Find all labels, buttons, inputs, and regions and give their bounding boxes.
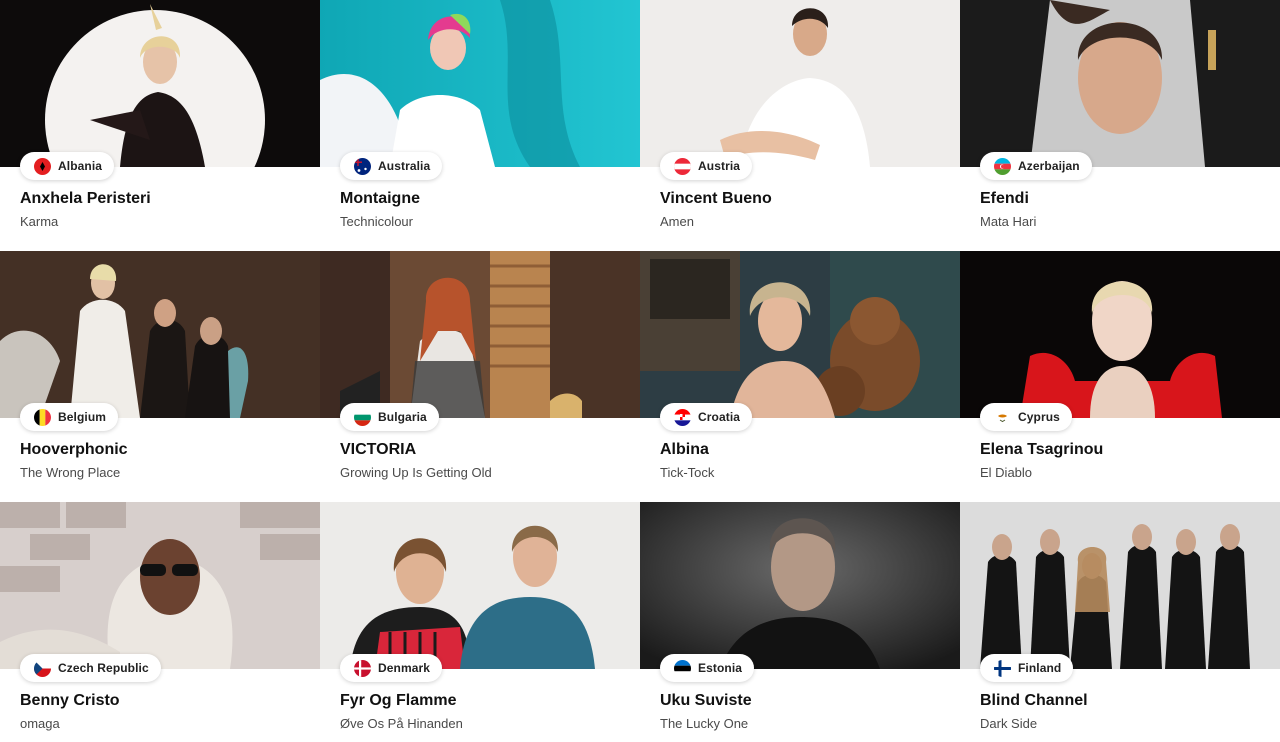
artist-name: Hooverphonic bbox=[20, 441, 128, 458]
entry-card-austria[interactable]: Austria Vincent Bueno Amen bbox=[640, 0, 960, 251]
finland-flag-icon bbox=[994, 659, 1011, 677]
country-name: Australia bbox=[378, 159, 431, 173]
song-title: Karma bbox=[20, 214, 59, 229]
entry-card-czech-republic[interactable]: Czech Republic Benny Cristo omaga bbox=[0, 502, 320, 742]
entry-card-belgium[interactable]: Belgium Hooverphonic The Wrong Place bbox=[0, 251, 320, 502]
artist-name: Fyr Og Flamme bbox=[340, 692, 457, 709]
entry-card-azerbaijan[interactable]: Azerbaijan Efendi Mata Hari bbox=[960, 0, 1280, 251]
albania-flag-icon bbox=[34, 157, 51, 175]
bulgaria-flag-icon bbox=[354, 408, 371, 426]
country-badge: Albania bbox=[20, 152, 115, 180]
song-title: The Lucky One bbox=[660, 716, 749, 731]
artist-name: Uku Suviste bbox=[660, 692, 752, 709]
artist-photo[interactable] bbox=[320, 502, 640, 669]
artist-name: Blind Channel bbox=[980, 692, 1088, 709]
artist-photo[interactable] bbox=[640, 502, 960, 669]
song-title: Mata Hari bbox=[980, 214, 1037, 229]
artist-photo[interactable] bbox=[0, 502, 320, 669]
country-badge: Austria bbox=[660, 152, 753, 180]
country-name: Czech Republic bbox=[58, 661, 149, 675]
country-badge: Bulgaria bbox=[340, 403, 439, 431]
artist-photo[interactable] bbox=[320, 0, 640, 167]
country-name: Croatia bbox=[698, 410, 741, 424]
czech-republic-flag-icon bbox=[34, 659, 51, 677]
country-name: Albania bbox=[58, 159, 103, 173]
artist-photo[interactable] bbox=[0, 0, 320, 167]
country-badge: Estonia bbox=[660, 654, 755, 682]
artist-photo[interactable] bbox=[960, 0, 1280, 167]
australia-flag-icon bbox=[354, 157, 371, 175]
entry-card-finland[interactable]: Finland Blind Channel Dark Side bbox=[960, 502, 1280, 742]
artist-name: Efendi bbox=[980, 190, 1029, 207]
estonia-flag-icon bbox=[674, 659, 691, 677]
entries-grid: Albania Anxhela Peristeri Karma Australi… bbox=[0, 0, 1280, 742]
artist-name: Vincent Bueno bbox=[660, 190, 772, 207]
entry-card-estonia[interactable]: Estonia Uku Suviste The Lucky One bbox=[640, 502, 960, 742]
song-title: Dark Side bbox=[980, 716, 1038, 731]
country-name: Finland bbox=[1018, 661, 1062, 675]
country-badge: Czech Republic bbox=[20, 654, 161, 682]
artist-name: Anxhela Peristeri bbox=[20, 190, 151, 207]
artist-name: Montaigne bbox=[340, 190, 420, 207]
country-name: Belgium bbox=[58, 410, 107, 424]
song-title: Tick-Tock bbox=[660, 465, 715, 480]
entry-card-australia[interactable]: Australia Montaigne Technicolour bbox=[320, 0, 640, 251]
entry-card-croatia[interactable]: Croatia Albina Tick-Tock bbox=[640, 251, 960, 502]
song-title: Technicolour bbox=[340, 214, 413, 229]
artist-name: Elena Tsagrinou bbox=[980, 441, 1104, 458]
country-badge: Cyprus bbox=[980, 403, 1072, 431]
country-name: Denmark bbox=[378, 661, 431, 675]
artist-photo[interactable] bbox=[640, 0, 960, 167]
entry-card-denmark[interactable]: Denmark Fyr Og Flamme Øve Os På Hinanden bbox=[320, 502, 640, 742]
austria-flag-icon bbox=[674, 157, 691, 175]
entry-card-cyprus[interactable]: Cyprus Elena Tsagrinou El Diablo bbox=[960, 251, 1280, 502]
artist-photo[interactable] bbox=[0, 251, 320, 418]
azerbaijan-flag-icon bbox=[994, 157, 1011, 175]
artist-photo[interactable] bbox=[320, 251, 640, 418]
country-badge: Belgium bbox=[20, 403, 119, 431]
country-name: Estonia bbox=[698, 661, 743, 675]
country-badge: Australia bbox=[340, 152, 443, 180]
artist-name: Albina bbox=[660, 441, 709, 458]
country-name: Bulgaria bbox=[378, 410, 427, 424]
entry-card-albania[interactable]: Albania Anxhela Peristeri Karma bbox=[0, 0, 320, 251]
song-title: omaga bbox=[20, 716, 60, 731]
denmark-flag-icon bbox=[354, 659, 371, 677]
artist-photo[interactable] bbox=[640, 251, 960, 418]
song-title: Amen bbox=[660, 214, 694, 229]
country-badge: Azerbaijan bbox=[980, 152, 1092, 180]
country-badge: Croatia bbox=[660, 403, 753, 431]
cyprus-flag-icon bbox=[994, 408, 1011, 426]
croatia-flag-icon bbox=[674, 408, 691, 426]
entry-card-bulgaria[interactable]: Bulgaria VICTORIA Growing Up Is Getting … bbox=[320, 251, 640, 502]
song-title: Growing Up Is Getting Old bbox=[340, 465, 492, 480]
country-name: Azerbaijan bbox=[1018, 159, 1080, 173]
country-name: Cyprus bbox=[1018, 410, 1060, 424]
song-title: Øve Os På Hinanden bbox=[340, 716, 463, 731]
country-name: Austria bbox=[698, 159, 741, 173]
artist-photo[interactable] bbox=[960, 251, 1280, 418]
artist-photo[interactable] bbox=[960, 502, 1280, 669]
country-badge: Finland bbox=[980, 654, 1074, 682]
belgium-flag-icon bbox=[34, 408, 51, 426]
song-title: El Diablo bbox=[980, 465, 1033, 480]
artist-name: Benny Cristo bbox=[20, 692, 120, 709]
country-badge: Denmark bbox=[340, 654, 443, 682]
song-title: The Wrong Place bbox=[20, 465, 121, 480]
artist-name: VICTORIA bbox=[340, 441, 417, 458]
